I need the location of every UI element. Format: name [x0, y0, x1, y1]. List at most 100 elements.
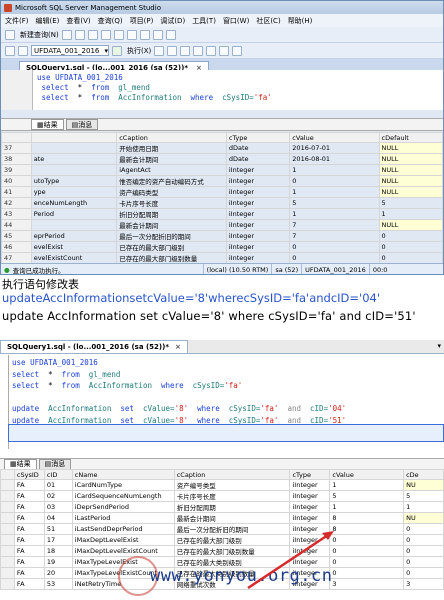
table-cell[interactable]: ate	[30, 153, 118, 166]
table-cell[interactable]: NULL	[378, 164, 443, 176]
menu-help[interactable]: 帮助(H)	[288, 16, 313, 26]
stop-icon[interactable]	[167, 45, 178, 56]
results-grid-icon[interactable]	[193, 45, 204, 56]
table-cell[interactable]: NULL	[378, 153, 443, 166]
table-cell[interactable]: ype	[30, 185, 118, 198]
execute-icon[interactable]	[112, 45, 122, 56]
table-cell[interactable]: dDate	[225, 142, 291, 155]
table-cell[interactable]	[30, 218, 118, 231]
g1-header[interactable]	[1, 131, 32, 144]
save-icon[interactable]	[74, 29, 85, 40]
table-cell[interactable]: iInteger	[225, 164, 291, 176]
debug-run-icon[interactable]	[154, 45, 165, 56]
table-cell[interactable]: 0	[378, 229, 443, 242]
table-cell[interactable]: 38	[1, 153, 32, 166]
g1-header[interactable]: cCaption	[116, 131, 227, 144]
parse-icon[interactable]	[180, 45, 191, 56]
g1-header[interactable]: cType	[225, 131, 291, 144]
table-cell[interactable]: iInteger	[225, 207, 291, 220]
table-cell[interactable]: 1	[289, 164, 380, 176]
menu-query[interactable]: 查询(Q)	[98, 16, 123, 26]
table-cell[interactable]: 46	[1, 240, 32, 253]
table-cell[interactable]: 41	[1, 185, 32, 198]
debug-icon[interactable]	[165, 29, 176, 40]
table-cell[interactable]: 已存在的最大部门级别数量	[116, 251, 227, 264]
table-cell[interactable]: 最后一次分配折旧的期间	[116, 229, 227, 242]
table-cell[interactable]: 47	[1, 251, 32, 264]
menu-tools[interactable]: 工具(T)	[192, 16, 216, 26]
table-row[interactable]: 45 eprPeriod 最后一次分配折旧的期间 iInteger 7 0	[1, 229, 443, 242]
table-cell[interactable]: iInteger	[225, 240, 291, 253]
g1-header[interactable]: cValue	[289, 131, 380, 144]
table-cell[interactable]: 折旧分配周期	[116, 207, 227, 220]
table-cell[interactable]: 资产编码类型	[116, 185, 227, 198]
table-cell[interactable]: iInteger	[225, 251, 291, 264]
results-text-icon[interactable]	[206, 45, 217, 56]
menu-community[interactable]: 社区(C)	[256, 16, 280, 26]
table-cell[interactable]: iInteger	[225, 229, 291, 242]
menu-project[interactable]: 项目(P)	[130, 16, 154, 26]
table-cell[interactable]: 1	[289, 185, 380, 198]
table-row[interactable]: 46 evelExist 已存在的最大部门级别 iInteger 0 0	[1, 240, 443, 253]
table-row[interactable]: 42 enceNumLength 卡片序号长度 iInteger 5 5	[1, 196, 443, 209]
table-cell[interactable]	[30, 142, 118, 155]
table-cell[interactable]: 1	[289, 207, 380, 220]
table-cell[interactable]: iInteger	[225, 196, 291, 209]
table-cell[interactable]: 45	[1, 229, 32, 242]
table-cell[interactable]: utoType	[30, 174, 118, 187]
table-cell[interactable]: evelExistCount	[30, 251, 118, 264]
database-select[interactable]: UFDATA_001_2016 ▾	[31, 45, 109, 56]
table-cell[interactable]: 惟否编定的资产自动编码方式	[116, 174, 227, 187]
indent-icon[interactable]	[232, 45, 243, 56]
menu-window[interactable]: 窗口(W)	[223, 16, 249, 26]
table-row[interactable]: 38 ate 最新会计期间 dDate 2016-08-01 NULL	[1, 153, 443, 166]
copy-icon[interactable]	[113, 29, 124, 40]
menu-file[interactable]: 文件(F)	[5, 16, 29, 26]
table-cell[interactable]: 5	[378, 196, 443, 209]
change-connection-icon[interactable]	[18, 45, 28, 56]
table-cell[interactable]: NULL	[378, 218, 443, 231]
table-cell[interactable]: 0	[289, 240, 380, 253]
menu-edit[interactable]: 编辑(E)	[36, 16, 60, 26]
menu-view[interactable]: 查看(V)	[66, 16, 90, 26]
table-cell[interactable]: 已存在的最大部门级别	[116, 240, 227, 253]
table-row[interactable]: 43 Period 折旧分配周期 iInteger 1 1	[1, 207, 443, 220]
table-cell[interactable]: iInteger	[225, 218, 291, 231]
table-cell[interactable]: 42	[1, 196, 32, 209]
table-cell[interactable]: 7	[289, 218, 380, 231]
menu-debug[interactable]: 调试(D)	[160, 16, 185, 26]
table-row[interactable]: 44 最新会计期间 iInteger 7 NULL	[1, 218, 443, 231]
open-file-icon[interactable]	[61, 29, 72, 40]
new-query-button[interactable]: 新建查询(N)	[20, 30, 59, 40]
table-cell[interactable]: 最新会计期间	[116, 218, 227, 231]
table-cell[interactable]: 卡片序号长度	[116, 196, 227, 209]
execute-button[interactable]: 执行(X)	[127, 46, 151, 56]
cut-icon[interactable]	[100, 29, 111, 40]
save-all-icon[interactable]	[87, 29, 98, 40]
g1-header[interactable]	[30, 131, 118, 144]
table-cell[interactable]	[30, 164, 118, 176]
table-row[interactable]: 47 evelExistCount 已存在的最大部门级别数量 iInteger 0 0	[1, 251, 443, 264]
undo-icon[interactable]	[139, 29, 150, 40]
table-cell[interactable]: 1	[378, 207, 443, 220]
table-row[interactable]: 39 iAgentAct iInteger 1 NULL	[1, 164, 443, 176]
table-cell[interactable]: 0	[289, 251, 380, 264]
table-cell[interactable]: enceNumLength	[30, 196, 118, 209]
table-cell[interactable]: NULL	[378, 142, 443, 155]
table-cell[interactable]: iInteger	[225, 185, 291, 198]
table-cell[interactable]: iAgentAct	[116, 164, 227, 176]
table-cell[interactable]: evelExist	[30, 240, 118, 253]
table-cell[interactable]: 0	[378, 240, 443, 253]
table-cell[interactable]: 39	[1, 164, 32, 176]
table-cell[interactable]: 5	[289, 196, 380, 209]
table-cell[interactable]: 2016-07-01	[289, 142, 380, 155]
table-cell[interactable]: dDate	[225, 153, 291, 166]
comment-icon[interactable]	[219, 45, 230, 56]
table-cell[interactable]: 44	[1, 218, 32, 231]
table-cell[interactable]: 7	[289, 229, 380, 242]
table-row[interactable]: 37 开始使用日期 dDate 2016-07-01 NULL	[1, 142, 443, 155]
table-cell[interactable]: eprPeriod	[30, 229, 118, 242]
table-cell[interactable]: NULL	[378, 174, 443, 187]
table-cell[interactable]: 40	[1, 174, 32, 187]
table-cell[interactable]: 43	[1, 207, 32, 220]
